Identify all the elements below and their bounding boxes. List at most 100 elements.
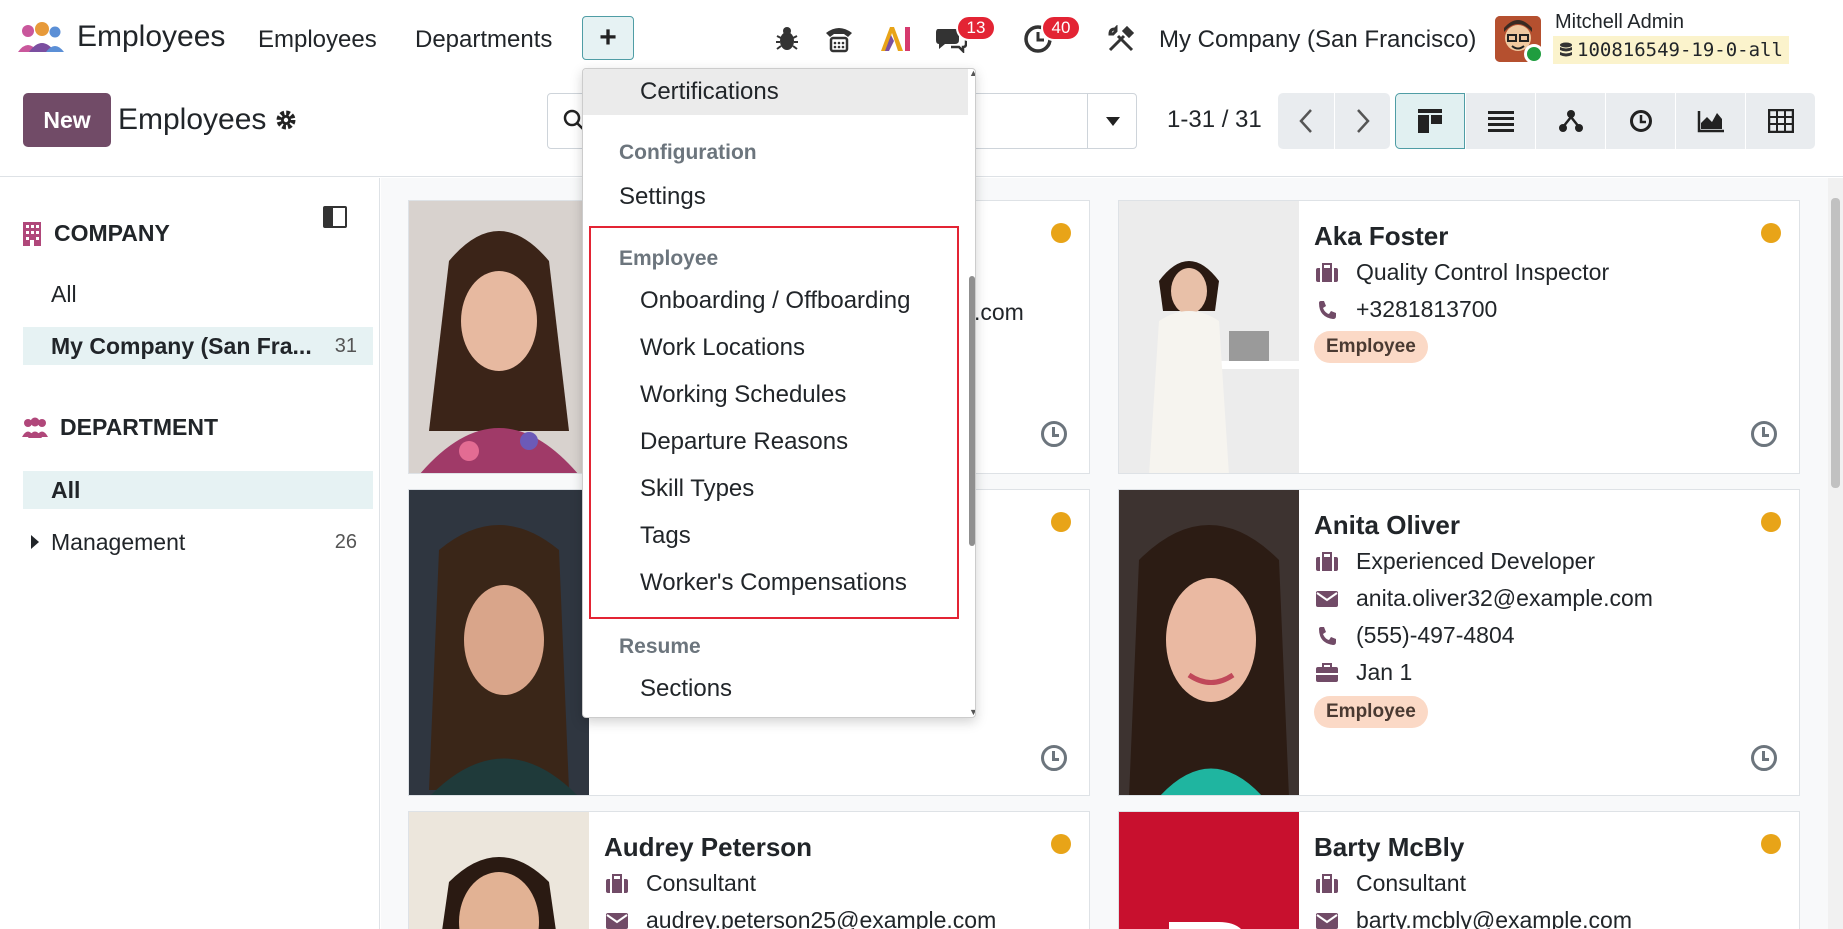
company-switcher[interactable]: My Company (San Francisco) [1159,26,1476,54]
ai-icon[interactable] [878,22,912,56]
menu-item-workers-compensations[interactable]: Worker's Compensations [583,560,968,606]
graph-view-button[interactable] [1675,93,1745,149]
new-button[interactable]: New [23,93,111,147]
scroll-down-arrow-icon[interactable]: ▼ [969,707,975,717]
user-name[interactable]: Mitchell Admin [1555,11,1684,34]
department-filter-label: All [51,476,81,503]
employee-date-value: Jan 1 [1356,659,1413,685]
dropdown-scrollbar[interactable]: ▲ ▼ [967,69,975,717]
department-filter-all[interactable]: All [23,471,373,509]
hierarchy-view-button[interactable] [1535,93,1605,149]
envelope-icon [1314,912,1340,929]
employee-email-address[interactable]: barty.mcbly@example.com [1356,907,1632,929]
dropdown-scrollbar-thumb[interactable] [969,276,975,546]
kanban-view-button[interactable] [1395,93,1465,149]
hierarchy-icon [1558,110,1583,132]
department-filter-heading: DEPARTMENT [22,414,218,441]
menu-item-skill-types[interactable]: Skill Types [583,466,968,512]
menu-item-working-schedules[interactable]: Working Schedules [583,372,968,418]
pager-previous-button[interactable] [1278,93,1334,149]
department-heading-label: DEPARTMENT [60,414,219,440]
employee-email-address[interactable]: audrey.peterson25@example.com [646,907,996,929]
employee-card[interactable]: Barty McBly Consultant barty.mcbly@examp… [1118,811,1800,929]
employee-name[interactable]: Aka Foster [1314,221,1448,252]
table-icon [1767,109,1794,133]
chevron-right-icon [1356,109,1370,133]
company-filter-label: All [51,280,77,307]
employee-card[interactable]: Anita Oliver Experienced Developer anita… [1118,489,1800,796]
online-status-dot [1524,44,1544,64]
activity-view-button[interactable] [1605,93,1675,149]
status-dot[interactable] [1051,223,1071,243]
activity-clock-icon[interactable] [1751,421,1777,447]
employee-phone: (555)-497-4804 [1314,622,1515,649]
top-navbar: Employees Employees Departments + 13 40 … [0,0,1843,77]
pager-value[interactable]: 1-31 / 31 [1167,106,1262,134]
status-dot[interactable] [1051,834,1071,854]
briefcase-icon [1314,262,1340,283]
employee-job-title: Consultant [646,870,756,896]
scroll-up-arrow-icon[interactable]: ▲ [969,69,975,78]
phone-icon[interactable] [822,22,856,56]
employee-phone: +3281813700 [1314,296,1497,323]
employee-photo [1119,812,1299,929]
menu-section-configuration: Configuration [619,141,757,164]
company-filter-all[interactable]: All [23,275,373,313]
activity-clock-icon[interactable] [1041,745,1067,771]
employee-job-title: Quality Control Inspector [1356,259,1610,285]
menu-item-departure-reasons[interactable]: Departure Reasons [583,419,968,465]
employee-email-address[interactable]: anita.oliver32@example.com [1356,585,1653,612]
menu-departments[interactable]: Departments [415,26,552,54]
activity-clock-icon[interactable] [1041,421,1067,447]
list-view-button[interactable] [1465,93,1535,149]
employee-name[interactable]: Barty McBly [1314,832,1464,863]
company-heading-label: COMPANY [54,220,170,246]
menu-item-sections[interactable]: Sections [583,666,968,712]
activity-clock-icon[interactable] [1751,745,1777,771]
menu-item-settings[interactable]: Settings [583,174,968,220]
employee-card[interactable]: Aka Foster Quality Control Inspector +32… [1118,200,1800,474]
app-name[interactable]: Employees [77,20,225,54]
kanban-icon [1418,109,1442,133]
company-filter-my-company[interactable]: My Company (San Fra... 31 [23,327,373,365]
menu-employees[interactable]: Employees [258,26,377,54]
employees-app-icon[interactable] [18,22,64,54]
tools-icon[interactable] [1104,22,1138,56]
status-dot[interactable] [1761,223,1781,243]
employee-job: Quality Control Inspector [1314,259,1609,286]
pager-next-button[interactable] [1334,93,1390,149]
employee-job-title: Consultant [1356,870,1466,896]
pivot-view-button[interactable] [1745,93,1815,149]
employee-email-fragment: .com [974,299,1024,325]
phone-icon [1314,626,1340,646]
status-dot[interactable] [1761,512,1781,532]
database-chip: 100816549-19-0-all [1553,36,1789,64]
employee-job: Consultant [1314,870,1466,897]
status-dot[interactable] [1761,834,1781,854]
gear-icon[interactable] [274,108,298,139]
menu-item-work-locations[interactable]: Work Locations [583,325,968,371]
plus-menu-button[interactable]: + [582,16,634,60]
menu-item-certifications[interactable]: Certifications [583,69,968,115]
employee-email: audrey.peterson25@example.com [604,907,996,929]
search-options-toggle[interactable] [1087,93,1137,149]
employee-name[interactable]: Audrey Peterson [604,832,812,863]
status-dot[interactable] [1051,512,1071,532]
debug-bug-icon[interactable] [770,22,804,56]
menu-item-tags[interactable]: Tags [583,513,968,559]
page-scrollbar-thumb[interactable] [1831,198,1840,488]
suitcase-icon [1314,662,1340,683]
department-filter-label: Management [51,528,186,555]
briefcase-icon [1314,551,1340,572]
users-icon [22,417,48,438]
database-icon [1560,42,1572,57]
menu-item-onboarding-offboarding[interactable]: Onboarding / Offboarding [583,278,968,324]
caret-right-icon[interactable] [31,535,39,549]
page-scrollbar[interactable] [1828,178,1843,929]
employee-job: Consultant [604,870,756,897]
employee-name[interactable]: Anita Oliver [1314,510,1460,541]
sidebar-collapse-icon[interactable] [323,206,347,228]
employee-card[interactable]: Audrey Peterson Consultant audrey.peters… [408,811,1090,929]
envelope-icon [1314,590,1340,608]
department-filter-management[interactable]: Management 26 [23,523,373,561]
